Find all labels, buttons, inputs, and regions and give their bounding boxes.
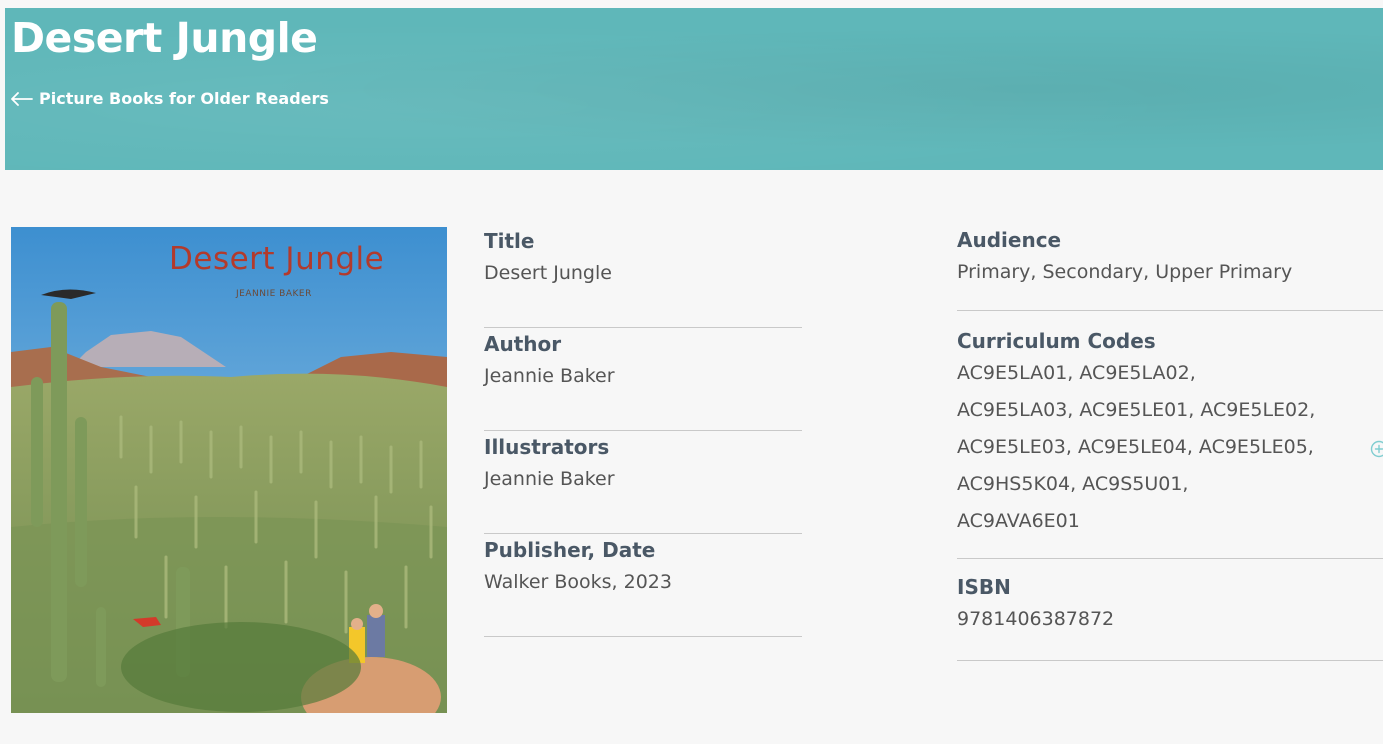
curriculum-code-line: AC9HS5K04, AC9S5U01, — [957, 473, 1189, 495]
field-illustrators: Illustrators Jeannie Baker — [484, 433, 802, 534]
cover-title: Desert Jungle — [169, 241, 385, 277]
page-header: Desert Jungle Picture Books for Older Re… — [5, 8, 1383, 170]
field-label: Publisher, Date — [484, 538, 656, 562]
arrow-left-icon — [11, 91, 33, 106]
field-audience: Audience Primary, Secondary, Upper Prima… — [957, 226, 1383, 311]
field-value: Jeannie Baker — [484, 365, 615, 387]
back-link-label: Picture Books for Older Readers — [39, 89, 329, 108]
field-publisher-date: Publisher, Date Walker Books, 2023 — [484, 536, 802, 637]
details-column-right: Audience Primary, Secondary, Upper Prima… — [957, 226, 1383, 661]
details-column-left: Title Desert Jungle Author Jeannie Baker… — [484, 226, 802, 637]
field-title: Title Desert Jungle — [484, 227, 802, 328]
curriculum-code-line: AC9E5LA01, AC9E5LA02, — [957, 362, 1196, 384]
curriculum-code-line: AC9E5LE03, AC9E5LE04, AC9E5LE05, — [957, 436, 1314, 458]
back-link[interactable]: Picture Books for Older Readers — [11, 89, 329, 108]
cover-illustration — [11, 227, 447, 713]
field-value: Jeannie Baker — [484, 468, 615, 490]
field-label: Audience — [957, 228, 1062, 252]
field-label: Curriculum Codes — [957, 329, 1156, 353]
field-author: Author Jeannie Baker — [484, 330, 802, 431]
field-curriculum-codes: Curriculum Codes AC9E5LA01, AC9E5LA02, A… — [957, 311, 1383, 559]
field-value: Primary, Secondary, Upper Primary — [957, 261, 1293, 283]
field-label: Title — [484, 229, 535, 253]
curriculum-codes-list: AC9E5LA01, AC9E5LA02, AC9E5LA03, AC9E5LE… — [957, 355, 1383, 540]
cover-author: JEANNIE BAKER — [236, 289, 312, 299]
field-value: Walker Books, 2023 — [484, 571, 672, 593]
field-label: Illustrators — [484, 435, 610, 459]
plus-circle-icon[interactable] — [1370, 440, 1383, 458]
book-cover: Desert Jungle JEANNIE BAKER — [11, 227, 447, 713]
field-isbn: ISBN 9781406387872 — [957, 559, 1383, 661]
field-label: ISBN — [957, 575, 1011, 599]
field-value: Desert Jungle — [484, 262, 612, 284]
curriculum-code-line: AC9AVA6E01 — [957, 510, 1080, 532]
page-title: Desert Jungle — [11, 14, 318, 62]
curriculum-code-line: AC9E5LA03, AC9E5LE01, AC9E5LE02, — [957, 399, 1316, 421]
field-label: Author — [484, 332, 562, 356]
field-value: 9781406387872 — [957, 608, 1115, 630]
